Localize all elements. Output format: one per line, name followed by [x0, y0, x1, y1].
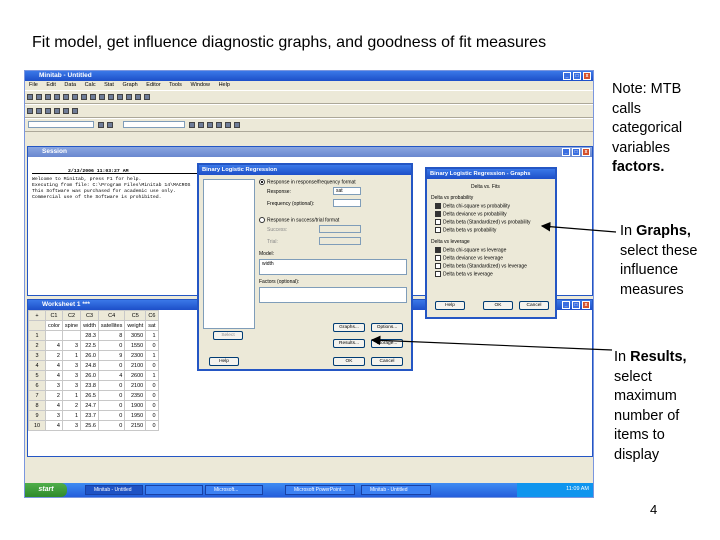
arrow-to-graphs-dialog: [540, 221, 617, 233]
callout-arrows: [370, 221, 617, 351]
arrow-to-results-button: [370, 335, 613, 351]
